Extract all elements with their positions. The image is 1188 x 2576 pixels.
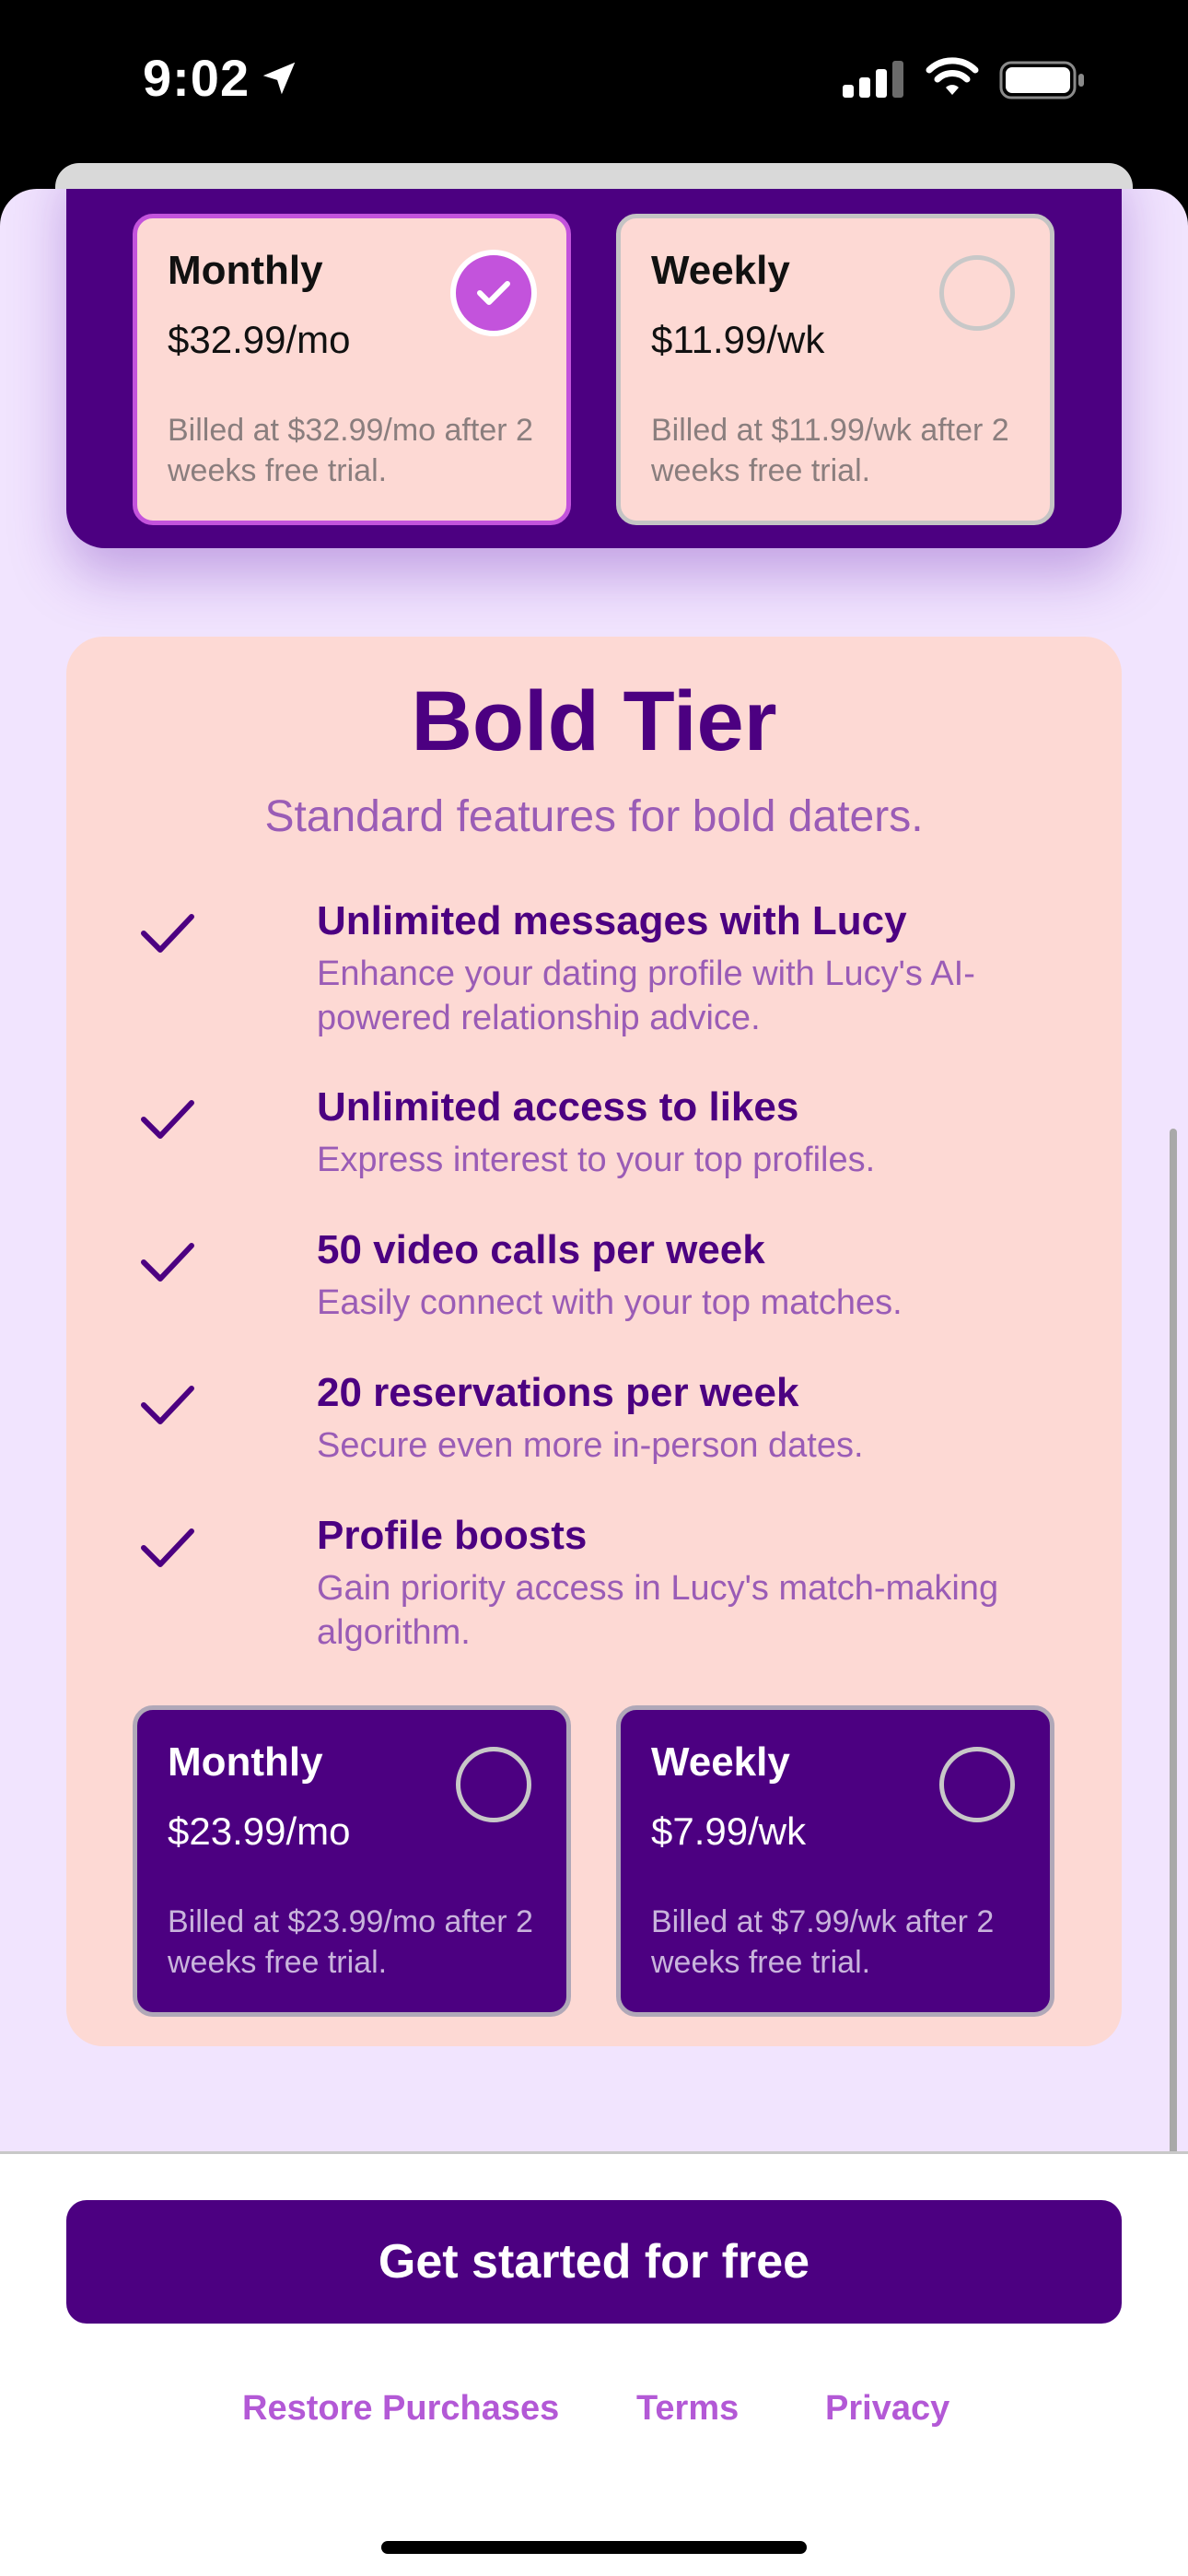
bold-plan-weekly[interactable]: Weekly $7.99/wk Billed at $7.99/wk after… (616, 1705, 1054, 2017)
check-icon (141, 914, 194, 953)
check-icon (141, 1100, 194, 1139)
battery-icon (999, 61, 1084, 100)
check-icon (141, 1386, 194, 1424)
paywall-sheet: Monthly $32.99/mo Billed at $32.99/mo af… (0, 189, 1188, 2151)
plan-price: $32.99/mo (168, 318, 351, 361)
radio-unchecked-icon[interactable] (939, 255, 1015, 331)
feature-title: Profile boosts (317, 1513, 588, 1558)
plan-billing-note: Billed at $11.99/wk after 2 weeks free t… (651, 413, 1009, 488)
checkmark-icon (477, 281, 510, 305)
feature-description: Easily connect with your top matches. (317, 1283, 903, 1322)
plan-title: Weekly (651, 1739, 790, 1785)
plan-title: Weekly (651, 248, 790, 293)
plan-billing-note: Billed at $7.99/wk after 2 weeks free tr… (651, 1904, 995, 1980)
feature-description: Gain priority access in Lucy's match-mak… (317, 1569, 999, 1652)
premium-plan-monthly[interactable]: Monthly $32.99/mo Billed at $32.99/mo af… (133, 214, 571, 525)
cellular-signal-icon (843, 61, 903, 98)
terms-link[interactable]: Terms (636, 2389, 739, 2429)
plan-price: $7.99/wk (651, 1809, 807, 1853)
check-icon (141, 1528, 194, 1567)
location-arrow-icon (262, 62, 296, 95)
wifi-icon (926, 57, 979, 95)
status-bar: 9:02 (0, 0, 1188, 166)
plan-price: $11.99/wk (651, 318, 825, 361)
feature-title: 50 video calls per week (317, 1227, 765, 1272)
status-time: 9:02 (143, 49, 250, 107)
feature-title: Unlimited access to likes (317, 1084, 799, 1130)
feature-title: 20 reservations per week (317, 1370, 799, 1415)
get-started-button[interactable]: Get started for free (66, 2200, 1122, 2324)
restore-purchases-link[interactable]: Restore Purchases (242, 2389, 559, 2429)
plan-title: Monthly (168, 248, 323, 293)
plan-title: Monthly (168, 1739, 323, 1785)
bold-plan-monthly[interactable]: Monthly $23.99/mo Billed at $23.99/mo af… (133, 1705, 571, 2017)
feature-title: Unlimited messages with Lucy (317, 898, 907, 943)
privacy-link[interactable]: Privacy (825, 2389, 949, 2429)
feature-description: Express interest to your top profiles. (317, 1141, 876, 1179)
home-indicator (381, 2541, 807, 2554)
check-icon (141, 1243, 194, 1282)
radio-unchecked-icon[interactable] (456, 1747, 531, 1822)
feature-description: Secure even more in-person dates. (317, 1426, 864, 1465)
feature-description: Enhance your dating profile with Lucy's … (317, 954, 975, 1037)
plan-billing-note: Billed at $32.99/mo after 2 weeks free t… (168, 413, 533, 488)
premium-plan-weekly[interactable]: Weekly $11.99/wk Billed at $11.99/wk aft… (616, 214, 1054, 525)
radio-unchecked-icon[interactable] (939, 1747, 1015, 1822)
tier-subtitle: Standard features for bold daters. (264, 792, 924, 841)
tier-title: Bold Tier (411, 674, 777, 768)
radio-checked-icon[interactable] (450, 250, 537, 336)
plan-billing-note: Billed at $23.99/mo after 2 weeks free t… (168, 1904, 533, 1980)
scrollbar[interactable] (1170, 1129, 1177, 2151)
premium-tier-card: Monthly $32.99/mo Billed at $32.99/mo af… (66, 189, 1122, 548)
plan-price: $23.99/mo (168, 1809, 351, 1853)
bold-tier-card: Bold Tier Standard features for bold dat… (66, 637, 1122, 2046)
bottom-action-bar: Get started for free Restore Purchases T… (0, 2154, 1188, 2576)
